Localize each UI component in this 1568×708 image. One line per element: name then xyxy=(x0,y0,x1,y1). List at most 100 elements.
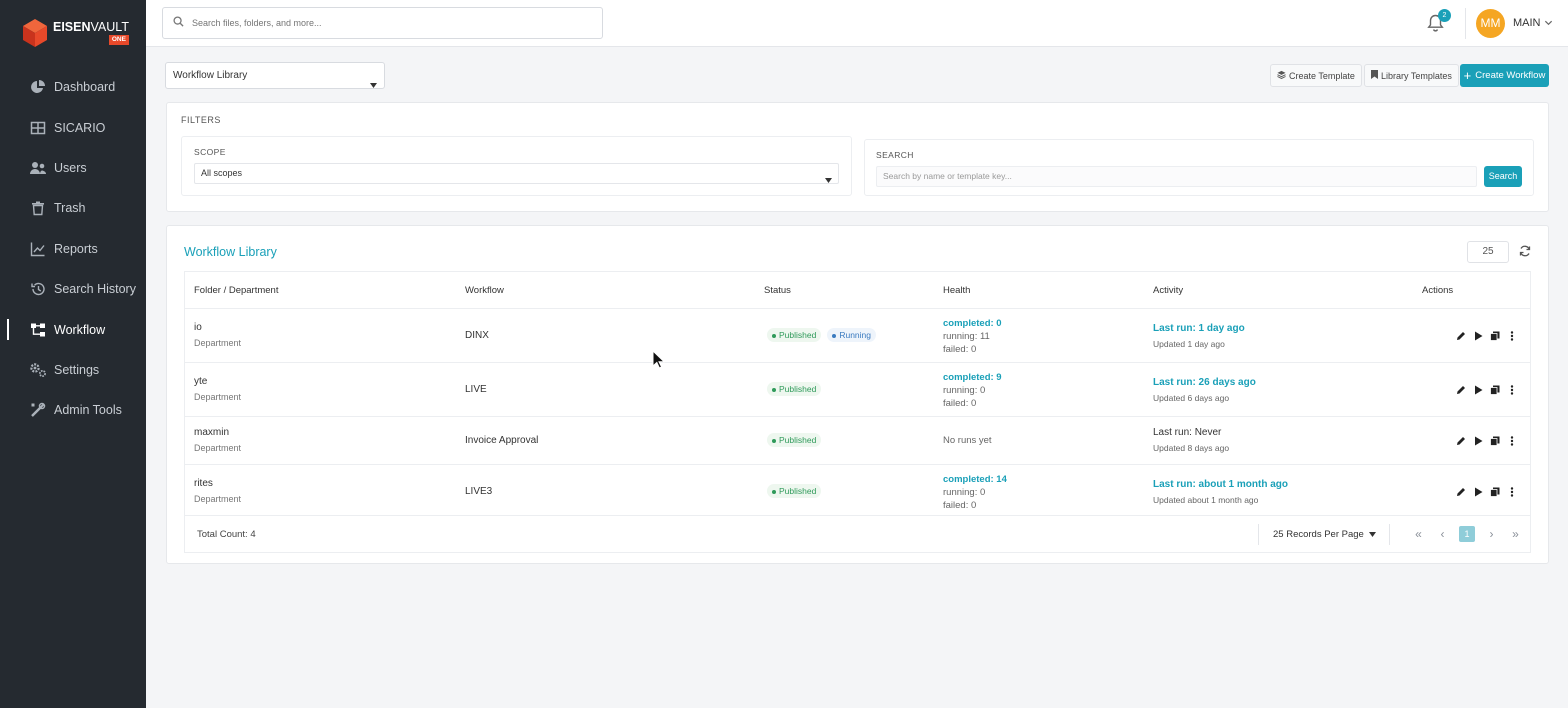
sidebar-item-sicario[interactable]: SICARIO xyxy=(0,107,146,147)
global-search-input[interactable] xyxy=(192,18,572,28)
create-workflow-button[interactable]: + Create Workflow xyxy=(1460,64,1549,87)
sidebar-item-reports[interactable]: Reports xyxy=(0,229,146,269)
workflow-name[interactable]: LIVE xyxy=(465,384,487,395)
search-filter: SEARCH Search by name or template key...… xyxy=(864,139,1534,196)
folder-name: io xyxy=(194,322,202,333)
status-badge: Published xyxy=(767,433,822,447)
grid-icon xyxy=(29,119,47,137)
line-chart-icon xyxy=(29,240,47,258)
sidebar-item-label: Reports xyxy=(54,241,98,256)
table-row[interactable]: rites Department LIVE3 Published complet… xyxy=(185,464,1530,516)
health-completed: completed: 14 xyxy=(943,474,1007,485)
folder-cell: maxmin Department xyxy=(194,427,241,453)
logo-text: EISENVAULT ONE xyxy=(53,19,129,45)
logo-tag: ONE xyxy=(108,34,129,45)
folder-name: yte xyxy=(194,376,208,387)
records-per-page-select[interactable]: 25 Records Per Page xyxy=(1273,529,1377,540)
sidebar-item-workflow[interactable]: Workflow xyxy=(0,309,146,349)
chevron-down-icon[interactable] xyxy=(1544,18,1553,30)
play-icon[interactable] xyxy=(1473,487,1483,497)
first-page-icon[interactable]: « xyxy=(1411,527,1426,541)
copy-icon[interactable] xyxy=(1490,385,1500,395)
status-cell: Published xyxy=(767,433,827,447)
column-header[interactable]: Workflow xyxy=(465,285,504,296)
edit-icon[interactable] xyxy=(1456,487,1466,497)
table-row[interactable]: io Department DINX Published Running comp… xyxy=(185,308,1530,362)
scope-label: SCOPE xyxy=(194,147,226,157)
status-badge: Published xyxy=(767,484,822,498)
play-icon[interactable] xyxy=(1473,331,1483,341)
sidebar-item-search-history[interactable]: Search History xyxy=(0,269,146,309)
column-header[interactable]: Health xyxy=(943,285,970,296)
create-workflow-label: Create Workflow xyxy=(1475,70,1546,81)
scope-select[interactable]: All scopes xyxy=(194,163,839,184)
filters-title: FILTERS xyxy=(181,115,221,125)
workflow-name[interactable]: Invoice Approval xyxy=(465,435,538,446)
global-search[interactable] xyxy=(162,7,603,39)
activity-cell: Last run: 26 days ago Updated 6 days ago xyxy=(1153,377,1256,403)
logo[interactable]: EISENVAULT ONE xyxy=(22,17,129,49)
avatar[interactable]: MM xyxy=(1476,9,1505,38)
edit-icon[interactable] xyxy=(1456,436,1466,446)
sidebar-item-settings[interactable]: Settings xyxy=(0,350,146,390)
folder-type: Department xyxy=(194,338,242,348)
folder-name: rites xyxy=(194,478,213,489)
row-actions xyxy=(1456,436,1517,446)
column-header[interactable]: Folder / Department xyxy=(194,285,278,296)
last-run: Last run: 26 days ago xyxy=(1153,377,1256,388)
updated-at: Updated 6 days ago xyxy=(1153,393,1230,403)
status-badge: Published xyxy=(767,328,822,342)
health-completed: completed: 0 xyxy=(943,318,1002,329)
sidebar-item-label: Settings xyxy=(54,362,100,377)
library-templates-button[interactable]: Library Templates xyxy=(1364,64,1459,87)
users-icon xyxy=(29,159,47,177)
column-header[interactable]: Status xyxy=(764,285,791,296)
more-vertical-icon[interactable] xyxy=(1507,331,1517,341)
last-run: Last run: Never xyxy=(1153,427,1222,438)
search-input[interactable]: Search by name or template key... xyxy=(876,166,1477,187)
sidebar-item-users[interactable]: Users xyxy=(0,148,146,188)
prev-page-icon[interactable]: ‹ xyxy=(1435,527,1450,541)
search-icon xyxy=(173,16,184,30)
health-cell: completed: 9 running: 0 failed: 0 xyxy=(943,371,1002,410)
page-size-input[interactable]: 25 xyxy=(1467,241,1509,263)
next-page-icon[interactable]: › xyxy=(1484,527,1499,541)
logo-cube-icon xyxy=(22,18,48,48)
sidebar-item-admin-tools[interactable]: Admin Tools xyxy=(0,390,146,430)
sidebar-item-dashboard[interactable]: Dashboard xyxy=(0,67,146,107)
table-row[interactable]: maxmin Department Invoice Approval Publi… xyxy=(185,416,1530,464)
copy-icon[interactable] xyxy=(1490,487,1500,497)
sidebar-item-trash[interactable]: Trash xyxy=(0,188,146,228)
create-template-button[interactable]: Create Template xyxy=(1270,64,1362,87)
copy-icon[interactable] xyxy=(1490,436,1500,446)
health-running: running: 11 xyxy=(943,331,990,342)
table-row[interactable]: yte Department LIVE Published completed:… xyxy=(185,362,1530,416)
edit-icon[interactable] xyxy=(1456,331,1466,341)
caret-down-icon xyxy=(825,171,832,190)
play-icon[interactable] xyxy=(1473,385,1483,395)
search-button[interactable]: Search xyxy=(1484,166,1522,187)
copy-icon[interactable] xyxy=(1490,331,1500,341)
user-menu-label[interactable]: MAIN xyxy=(1513,17,1541,29)
more-vertical-icon[interactable] xyxy=(1507,385,1517,395)
column-header[interactable]: Activity xyxy=(1153,285,1183,296)
last-page-icon[interactable]: » xyxy=(1508,527,1523,541)
sidebar-item-label: Dashboard xyxy=(54,80,116,95)
refresh-icon[interactable] xyxy=(1519,245,1531,260)
workflow-name[interactable]: DINX xyxy=(465,330,489,341)
folder-type: Department xyxy=(194,494,242,504)
workflow-name[interactable]: LIVE3 xyxy=(465,486,492,497)
sidebar: EISENVAULT ONE Dashboard SICARIO Users T… xyxy=(0,0,146,708)
current-page[interactable]: 1 xyxy=(1459,526,1475,542)
edit-icon[interactable] xyxy=(1456,385,1466,395)
health-failed: failed: 0 xyxy=(943,344,977,355)
plus-icon: + xyxy=(1463,67,1472,83)
sidebar-item-label: Trash xyxy=(54,201,86,216)
more-vertical-icon[interactable] xyxy=(1507,487,1517,497)
folder-type: Department xyxy=(194,392,242,402)
folder-name: maxmin xyxy=(194,427,230,438)
more-vertical-icon[interactable] xyxy=(1507,436,1517,446)
folder-type: Department xyxy=(194,443,242,453)
view-select[interactable]: Workflow Library xyxy=(165,62,385,89)
play-icon[interactable] xyxy=(1473,436,1483,446)
